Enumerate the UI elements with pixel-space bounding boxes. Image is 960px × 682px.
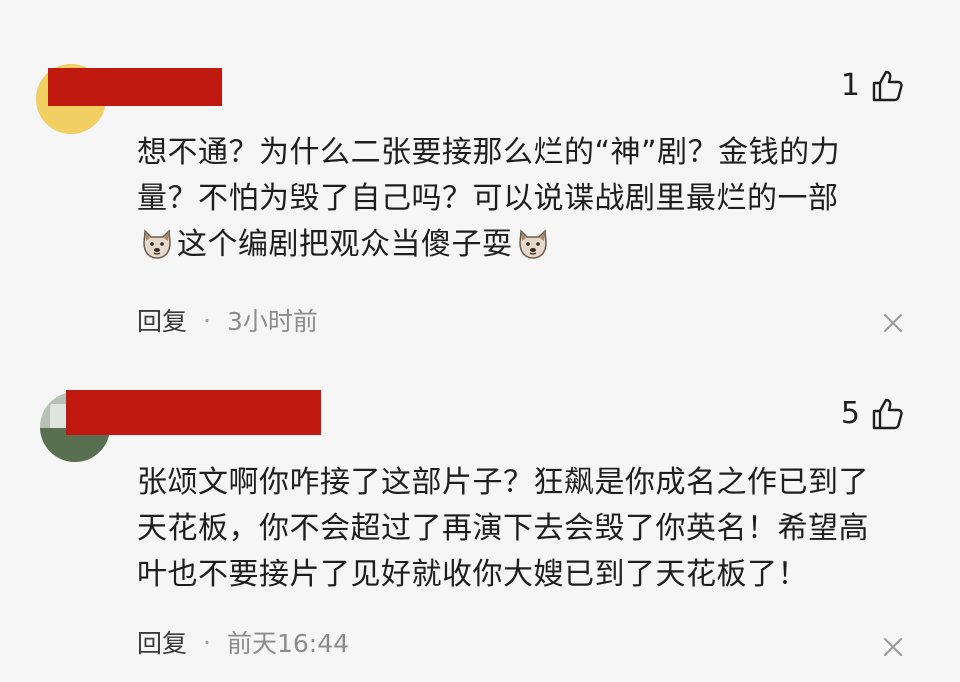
dog-emoji-icon bbox=[518, 229, 547, 259]
close-icon[interactable] bbox=[882, 312, 904, 334]
dog-emoji-icon bbox=[143, 229, 171, 259]
comment-meta: 回复 · 3小时前 bbox=[137, 302, 318, 338]
reply-button[interactable]: 回复 bbox=[137, 624, 187, 660]
like-count: 5 bbox=[840, 396, 860, 431]
timestamp: 3小时前 bbox=[226, 307, 318, 336]
like-button[interactable]: 1 bbox=[841, 68, 904, 103]
thumbs-up-icon bbox=[872, 70, 903, 101]
comment-line: 量？不怕为毁了自己吗？可以说谍战剧里最烂的一部 bbox=[137, 181, 839, 216]
redacted-username bbox=[66, 390, 321, 435]
meta-separator: · bbox=[203, 305, 211, 335]
close-icon[interactable] bbox=[882, 636, 904, 658]
comment-meta: 回复 · 前天16:44 bbox=[137, 624, 349, 660]
reply-button[interactable]: 回复 bbox=[137, 302, 187, 338]
comment-line: 想不通？为什么二张要接那么烂的“神”剧？金钱的力 bbox=[137, 135, 841, 170]
comment-item: 5 张颂文啊你咋接了这部片子？狂飙是你成名之作已到了 天花板，你不会超过了再演下… bbox=[0, 350, 960, 682]
comment-line: 叶也不要接片了见好就收你大嫂已到了天花板了！ bbox=[137, 557, 808, 592]
meta-separator: · bbox=[203, 627, 211, 657]
comment-line-with-emoji: 这个编剧把观众当傻子耍 bbox=[137, 222, 907, 268]
comment-text: 想不通？为什么二张要接那么烂的“神”剧？金钱的力 量？不怕为毁了自己吗？可以说谍… bbox=[137, 130, 907, 268]
timestamp: 前天16:44 bbox=[226, 629, 350, 658]
comment-text: 张颂文啊你咋接了这部片子？狂飙是你成名之作已到了 天花板，你不会超过了再演下去会… bbox=[137, 460, 907, 598]
redacted-username bbox=[48, 68, 222, 106]
like-count: 1 bbox=[840, 68, 860, 103]
comment-item: Ꮚ 1 想不通？为什么二张要接那么烂的“神”剧？金钱的力 量？不怕为毁了自己吗？… bbox=[0, 0, 960, 350]
like-button[interactable]: 5 bbox=[841, 396, 904, 431]
thumbs-up-icon bbox=[872, 398, 903, 429]
comment-line: 张颂文啊你咋接了这部片子？狂飙是你成名之作已到了 bbox=[137, 465, 869, 500]
comment-line: 天花板，你不会超过了再演下去会毁了你英名！希望高 bbox=[137, 511, 869, 546]
comment-line-text: 这个编剧把观众当傻子耍 bbox=[177, 227, 513, 262]
